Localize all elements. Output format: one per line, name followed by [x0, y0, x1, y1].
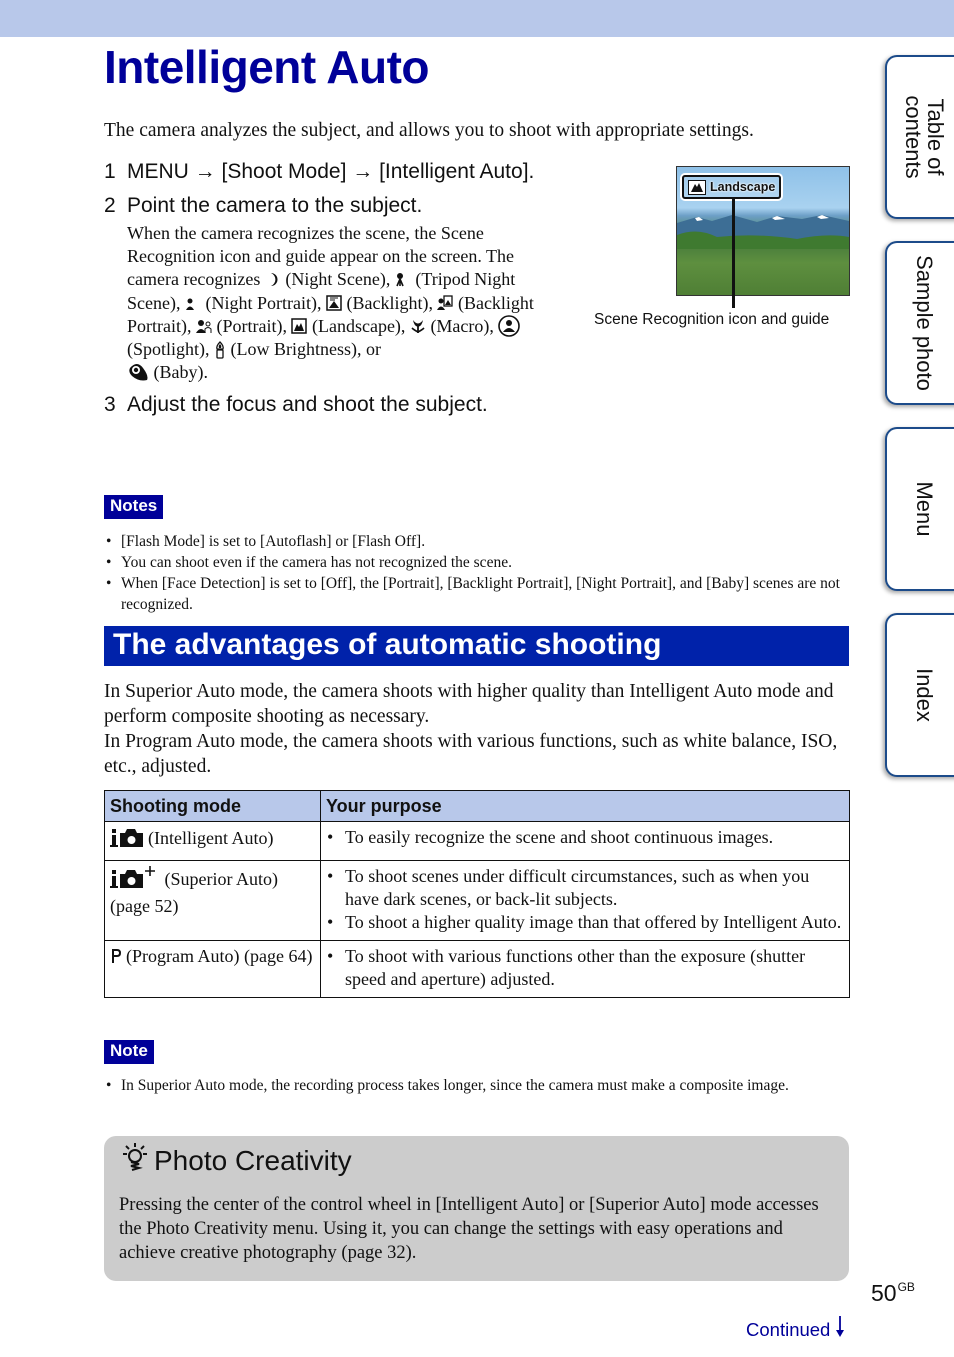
backlight-portrait-icon [437, 294, 454, 311]
scene-label: (Backlight), [346, 292, 433, 313]
continued-label[interactable]: Continued [746, 1319, 830, 1341]
scene-label: (Low Brightness), or [230, 339, 381, 360]
mountain-range-graphic [677, 215, 849, 249]
scene-recognition-guide: Landscape [682, 175, 782, 199]
table-header-row: Shooting mode Your purpose [104, 790, 850, 822]
step-text: Adjust the focus and shoot the subject. [127, 393, 488, 417]
section-paragraph: In Program Auto mode, the camera shoots … [104, 731, 838, 777]
purpose-item: To easily recognize the scene and shoot … [326, 826, 844, 849]
purpose-item: To shoot scenes under difficult circumst… [326, 865, 844, 911]
scene-label: (Portrait), [216, 315, 287, 336]
callout-leader-line [732, 198, 735, 308]
note-label: Note [104, 1040, 154, 1064]
program-auto-icon [110, 947, 122, 970]
continued-link[interactable]: Continued [746, 1316, 845, 1343]
tab-index[interactable]: Index [885, 613, 954, 777]
step-1: 1 MENU → [Shoot Mode] → [Intelligent Aut… [104, 157, 564, 186]
step-2-body: When the camera recognizes the scene, th… [127, 222, 564, 384]
column-header: Your purpose [320, 790, 850, 822]
mode-cell: (Superior Auto) (page 52) [104, 860, 321, 941]
mode-cell: (Program Auto) (page 64) [104, 940, 321, 998]
step-number: 3 [104, 393, 116, 417]
notes-list: [Flash Mode] is set to [Autoflash] or [F… [104, 531, 844, 615]
tab-menu[interactable]: Menu [885, 427, 954, 591]
scene-label: (Macro), [430, 315, 494, 336]
notes-label: Notes [104, 495, 164, 519]
top-header-band [0, 0, 954, 37]
scene-guide-label: Landscape [710, 180, 776, 194]
shooting-mode-table: Shooting mode Your purpose (Intelligent … [104, 790, 850, 998]
scene-label: (Night Portrait), [205, 292, 322, 313]
purpose-cell: To easily recognize the scene and shoot … [320, 821, 850, 861]
step-text: Point the camera to the subject. [127, 194, 423, 217]
table-row: (Program Auto) (page 64) To shoot with v… [104, 940, 850, 998]
table-row: (Intelligent Auto) To easily recognize t… [104, 821, 850, 861]
note-list: In Superior Auto mode, the recording pro… [104, 1075, 834, 1096]
section-body: In Superior Auto mode, the camera shoots… [104, 679, 854, 779]
low-brightness-icon [214, 341, 226, 359]
landscape-sample-screen: Landscape [676, 166, 850, 296]
section-heading: The advantages of automatic shooting [104, 626, 849, 666]
steps-list: 1 MENU → [Shoot Mode] → [Intelligent Aut… [104, 157, 564, 419]
step-text: MENU → [Shoot Mode] → [Intelligent Auto]… [127, 160, 535, 183]
note-item: [Flash Mode] is set to [Autoflash] or [F… [104, 531, 844, 552]
note-item: You can shoot even if the camera has not… [104, 552, 844, 573]
mode-cell: (Intelligent Auto) [104, 821, 321, 861]
lightbulb-hint-icon [122, 1142, 148, 1179]
table-row: (Superior Auto) (page 52) To shoot scene… [104, 860, 850, 941]
backlight-icon [326, 294, 342, 311]
figure-caption: Scene Recognition icon and guide [594, 311, 830, 328]
tip-body: Pressing the center of the control wheel… [119, 1195, 819, 1263]
photo-creativity-tip-box: Photo Creativity Pressing the center of … [104, 1136, 849, 1281]
tab-label[interactable]: Menu [912, 481, 937, 536]
note-item: In Superior Auto mode, the recording pro… [104, 1075, 834, 1096]
tip-title: Photo Creativity [122, 1142, 352, 1179]
page-number: 50GB [871, 1280, 915, 1307]
portrait-icon [196, 318, 212, 334]
scene-label: (Baby). [153, 362, 208, 383]
step-number: 2 [104, 194, 116, 217]
landscape-icon [291, 318, 308, 334]
purpose-item: To shoot with various functions other th… [326, 945, 844, 991]
page-title: Intelligent Auto [104, 41, 430, 93]
note-item: When [Face Detection] is set to [Off], t… [104, 573, 844, 615]
step-3: 3 Adjust the focus and shoot the subject… [104, 390, 564, 419]
purpose-cell: To shoot scenes under difficult circumst… [320, 860, 850, 941]
tab-label[interactable]: Index [912, 668, 937, 722]
spotlight-icon [498, 315, 521, 337]
arrow-down-icon [835, 1316, 845, 1343]
page-language-suffix: GB [897, 1280, 915, 1294]
tab-label[interactable]: Table of contents [901, 95, 948, 178]
superior-auto-icon [110, 865, 156, 895]
tab-table-of-contents[interactable]: Table of contents [885, 55, 954, 219]
tab-sample-photo[interactable]: Sample photo [885, 241, 954, 405]
scene-label: (Spotlight), [127, 339, 210, 360]
landscape-icon [688, 179, 706, 195]
mode-name: (Program Auto) (page 64) [126, 946, 313, 966]
scene-label: (Landscape), [311, 315, 406, 336]
purpose-item: To shoot a higher quality image than tha… [326, 911, 844, 934]
night-portrait-icon [185, 295, 201, 311]
baby-icon [127, 362, 149, 382]
tripod-night-scene-icon [395, 271, 411, 287]
intelligent-auto-icon [110, 826, 144, 854]
step-number: 1 [104, 160, 116, 183]
night-scene-icon [265, 271, 281, 287]
section-paragraph: In Superior Auto mode, the camera shoots… [104, 681, 834, 727]
mode-name: (Intelligent Auto) [148, 828, 274, 848]
scene-label: (Night Scene), [285, 269, 391, 290]
macro-icon [410, 318, 426, 334]
purpose-cell: To shoot with various functions other th… [320, 940, 850, 998]
page-number-value: 50 [871, 1280, 897, 1306]
tip-title-text: Photo Creativity [154, 1144, 352, 1176]
step-2: 2 Point the camera to the subject. [104, 191, 564, 220]
intro-text: The camera analyzes the subject, and all… [104, 120, 754, 141]
tab-label[interactable]: Sample photo [912, 255, 937, 391]
column-header: Shooting mode [104, 790, 321, 822]
